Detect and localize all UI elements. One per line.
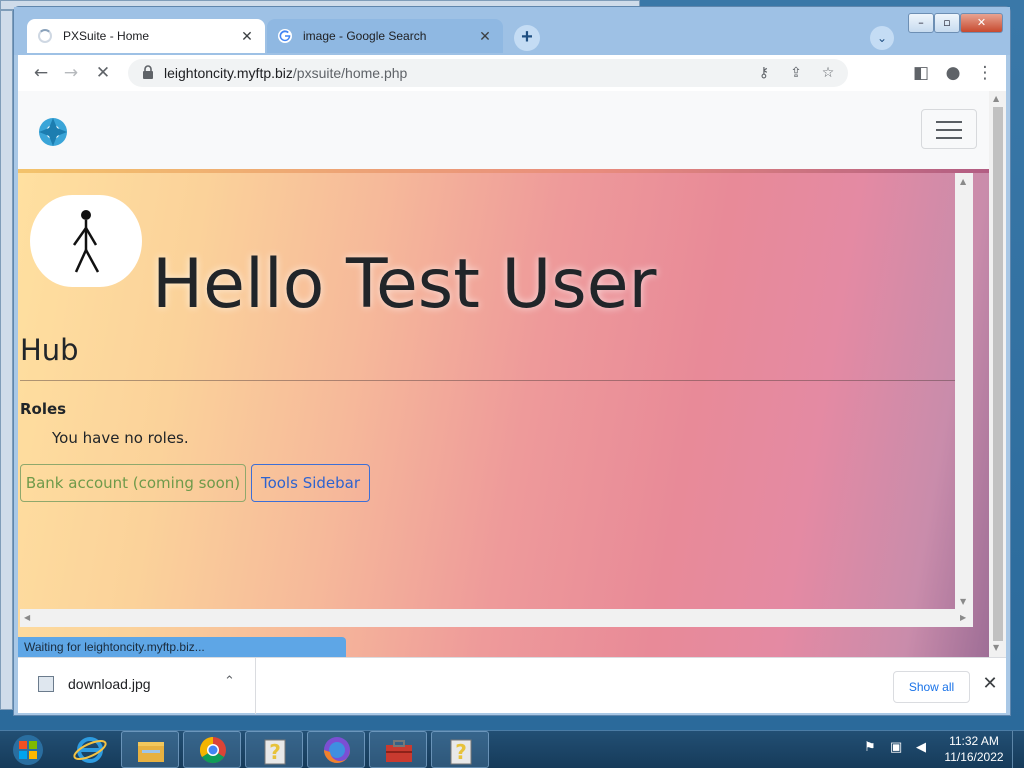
show-desktop-button[interactable]	[1012, 731, 1024, 768]
google-icon	[277, 28, 293, 44]
hub-frame: Hello Test User Hub Roles You have no ro…	[18, 169, 989, 657]
action-center-flag-icon[interactable]: ⚑	[864, 739, 876, 755]
hub-content: Hello Test User Hub Roles You have no ro…	[20, 173, 973, 629]
roles-text: You have no roles.	[52, 429, 189, 447]
tab-close-icon[interactable]: ✕	[239, 28, 255, 45]
key-icon[interactable]: ⚷	[752, 61, 776, 85]
scroll-right-icon[interactable]: ▶	[960, 613, 966, 622]
scroll-down-icon[interactable]: ▼	[960, 597, 966, 606]
browser-toolbar: ← → ✕ leightoncity.myftp.biz/pxsuite/hom…	[18, 55, 1006, 91]
download-item[interactable]: download.jpg ⌃	[18, 658, 256, 714]
start-button[interactable]	[4, 733, 52, 767]
stick-figure-icon	[72, 210, 100, 273]
help-icon[interactable]: ?	[245, 731, 303, 768]
page-viewport: Hello Test User Hub Roles You have no ro…	[18, 91, 1006, 657]
roles-heading: Roles	[20, 400, 67, 418]
menu-kebab-icon[interactable]: ⋮	[972, 60, 998, 86]
side-panel-button[interactable]: ◧	[908, 60, 934, 86]
tab-pxsuite-home[interactable]: PXSuite - Home ✕	[27, 19, 265, 53]
scroll-up-icon[interactable]: ▲	[960, 177, 966, 186]
avatar	[30, 195, 142, 287]
bank-account-button[interactable]: Bank account (coming soon)	[20, 464, 246, 502]
url-path: /pxsuite/home.php	[292, 65, 408, 81]
windows-logo-icon	[13, 735, 43, 765]
forward-button[interactable]: →	[58, 60, 84, 86]
site-navbar	[18, 91, 989, 169]
download-file-name: download.jpg	[68, 676, 151, 692]
close-window-button[interactable]: ✕	[960, 13, 1003, 33]
clock-time: 11:32 AM	[949, 734, 999, 748]
firefox-icon[interactable]	[307, 731, 365, 768]
share-icon[interactable]: ⇪	[784, 61, 808, 85]
volume-muted-icon[interactable]: ◀	[916, 739, 926, 755]
url-text: leightoncity.myftp.biz/pxsuite/home.php	[164, 65, 407, 81]
status-bubble: Waiting for leightoncity.myftp.biz...	[18, 637, 346, 657]
system-tray: ⚑ ▣ ◀	[862, 737, 942, 763]
url-host: leightoncity.myftp.biz	[164, 65, 293, 81]
tab-strip: PXSuite - Home ✕ image - Google Search ✕…	[14, 7, 1010, 55]
help-icon[interactable]: ?	[431, 731, 489, 768]
background-window-edge	[0, 10, 13, 710]
loading-spinner-icon	[37, 28, 53, 44]
file-explorer-icon[interactable]	[121, 731, 179, 768]
internet-explorer-icon[interactable]	[60, 731, 118, 768]
scroll-down-icon[interactable]: ▼	[993, 643, 999, 652]
frame-vertical-scrollbar[interactable]: ▲ ▼	[955, 173, 973, 609]
tab-title: PXSuite - Home	[63, 29, 150, 43]
profile-avatar-icon[interactable]: ●	[940, 60, 966, 86]
network-icon[interactable]: ▣	[890, 739, 902, 755]
bookmark-star-icon[interactable]: ☆	[816, 61, 840, 85]
stop-loading-button[interactable]: ✕	[90, 60, 116, 86]
scroll-up-icon[interactable]: ▲	[993, 94, 999, 103]
hub-title: Hub	[20, 333, 79, 367]
close-download-bar-icon[interactable]: ✕	[978, 672, 1002, 696]
lock-icon	[143, 65, 153, 79]
tools-sidebar-button[interactable]: Tools Sidebar	[251, 464, 370, 502]
tab-title: image - Google Search	[303, 29, 427, 43]
toolbox-icon[interactable]	[369, 731, 427, 768]
page-vertical-scrollbar[interactable]: ▲ ▼	[989, 91, 1006, 657]
frame-horizontal-scrollbar[interactable]: ◀ ▶	[20, 609, 973, 627]
new-tab-button[interactable]: +	[514, 25, 540, 51]
taskbar: ? ? ⚑ ▣ ◀ 11:32 AM 11/16/2022	[0, 730, 1024, 768]
scroll-left-icon[interactable]: ◀	[24, 613, 30, 622]
navbar-toggler-button[interactable]	[921, 109, 977, 149]
back-button[interactable]: ←	[28, 60, 54, 86]
maximize-button[interactable]: ▫	[934, 13, 960, 33]
show-all-button[interactable]: Show all	[893, 671, 970, 703]
greeting-heading: Hello Test User	[152, 245, 657, 324]
download-bar: download.jpg ⌃ Show all ✕	[18, 657, 1006, 714]
browser-window: PXSuite - Home ✕ image - Google Search ✕…	[13, 6, 1011, 716]
address-bar[interactable]: leightoncity.myftp.biz/pxsuite/home.php …	[128, 59, 848, 87]
image-file-icon	[38, 676, 54, 692]
scrollbar-thumb[interactable]	[993, 107, 1003, 641]
clock-date: 11/16/2022	[944, 750, 1004, 764]
tab-google-search[interactable]: image - Google Search ✕	[267, 19, 503, 53]
chrome-icon[interactable]	[183, 731, 241, 768]
svg-text:?: ?	[455, 740, 467, 764]
minimize-button[interactable]: –	[908, 13, 934, 33]
svg-text:?: ?	[269, 740, 281, 764]
divider	[20, 380, 956, 381]
tab-close-icon[interactable]: ✕	[477, 28, 493, 45]
chevron-up-icon[interactable]: ⌃	[224, 674, 235, 689]
site-logo-icon[interactable]	[38, 117, 68, 147]
tab-search-button[interactable]: ⌄	[870, 26, 894, 50]
clock[interactable]: 11:32 AM 11/16/2022	[944, 733, 1004, 765]
